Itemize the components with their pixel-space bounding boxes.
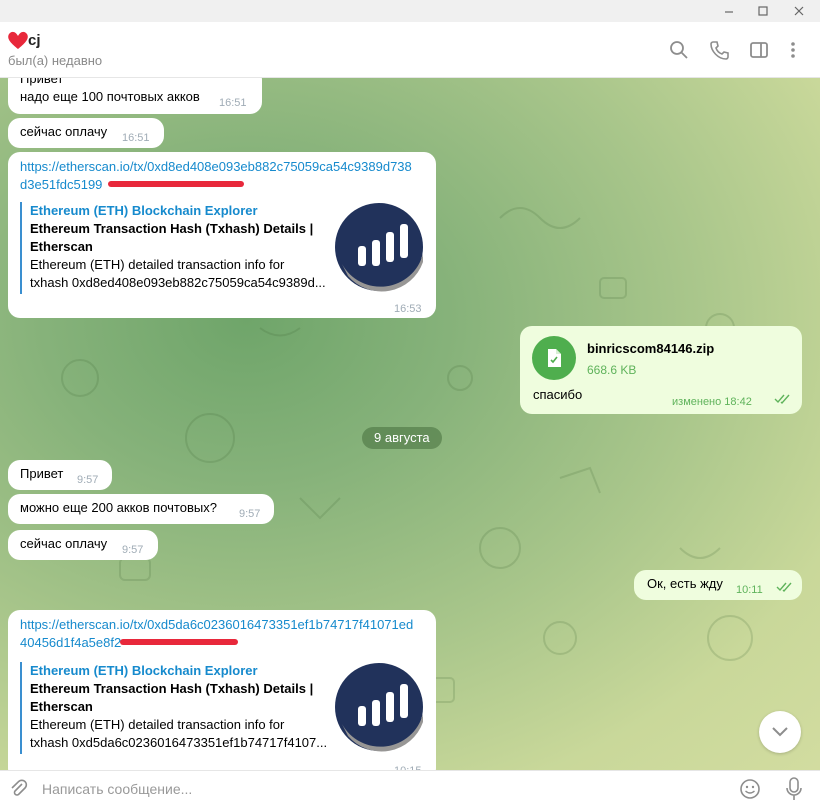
close-icon[interactable] <box>782 0 816 22</box>
preview-title: Ethereum Transaction Hash (Txhash) Detai… <box>30 681 314 696</box>
minimize-icon[interactable] <box>712 0 746 22</box>
sidebar-toggle-icon[interactable] <box>747 38 771 62</box>
message-text: надо еще 100 почтовых акков <box>20 89 200 104</box>
message-text: Привет <box>20 78 64 86</box>
preview-title: Etherscan <box>30 699 93 714</box>
message-link[interactable]: https://etherscan.io/tx/0xd8ed408e093eb8… <box>20 158 412 176</box>
file-icon[interactable] <box>532 336 576 380</box>
message-incoming[interactable]: Привет 9:57 <box>8 460 112 490</box>
file-size: 668.6 KB <box>587 363 637 377</box>
redaction-mark <box>108 181 244 187</box>
phone-icon[interactable] <box>707 38 731 62</box>
preview-site-name: Ethereum (ETH) Blockchain Explorer <box>30 663 258 678</box>
message-outgoing[interactable]: Ок, есть жду 10:11 <box>634 570 802 600</box>
preview-title: Ethereum Transaction Hash (Txhash) Detai… <box>30 221 314 236</box>
emoji-icon[interactable] <box>739 778 761 800</box>
message-link[interactable]: https://etherscan.io/tx/0xd5da6c02360164… <box>20 616 413 634</box>
chat-status: был(а) недавно <box>8 53 103 68</box>
message-text: спасибо <box>533 387 583 402</box>
double-check-icon <box>776 582 792 593</box>
link-preview[interactable]: Ethereum (ETH) Blockchain Explorer Ether… <box>20 662 330 754</box>
message-time: 16:53 <box>394 303 422 315</box>
chat-header: cj был(а) недавно <box>0 22 820 78</box>
preview-description: Ethereum (ETH) detailed transaction info… <box>30 257 285 272</box>
chat-area[interactable]: Привет надо еще 100 почтовых акков 16:51… <box>0 78 820 770</box>
preview-description: Ethereum (ETH) detailed transaction info… <box>30 717 285 732</box>
message-link[interactable]: 40456d1f4a5e8f2 <box>20 634 121 652</box>
message-time: 9:57 <box>77 474 99 486</box>
preview-description: txhash 0xd5da6c0236016473351ef1b74717f41… <box>30 735 328 750</box>
message-text: Ок, есть жду <box>647 576 723 591</box>
message-incoming-link[interactable]: https://etherscan.io/tx/0xd5da6c02360164… <box>8 610 436 770</box>
preview-title: Etherscan <box>30 239 93 254</box>
double-check-icon <box>774 394 790 405</box>
message-incoming[interactable]: Привет надо еще 100 почтовых акков 16:51 <box>8 78 262 114</box>
message-input[interactable] <box>40 777 724 801</box>
chat-title[interactable]: cj <box>28 32 41 49</box>
attach-icon[interactable] <box>8 778 28 798</box>
preview-site-name: Ethereum (ETH) Blockchain Explorer <box>30 203 258 218</box>
redaction-mark <box>8 31 28 49</box>
preview-description: txhash 0xd8ed408e093eb882c75059ca54c9389… <box>30 275 326 290</box>
message-outgoing-file[interactable]: binricscom84146.zip 668.6 KB спасибо изм… <box>520 326 802 414</box>
message-text: можно еще 200 акков почтовых? <box>20 500 217 515</box>
message-link[interactable]: d3e51fdc5199 <box>20 176 102 194</box>
date-divider: 9 августа <box>362 427 442 449</box>
message-composer <box>0 770 820 805</box>
maximize-icon[interactable] <box>746 0 780 22</box>
link-preview[interactable]: Ethereum (ETH) Blockchain Explorer Ether… <box>20 202 330 294</box>
message-incoming[interactable]: сейчас оплачу 9:57 <box>8 530 158 560</box>
chevron-down-icon <box>772 727 788 737</box>
message-incoming[interactable]: сейчас оплачу 16:51 <box>8 118 164 148</box>
message-time: изменено 18:42 <box>672 396 752 408</box>
message-time: 9:57 <box>239 508 261 520</box>
message-time: 10:11 <box>736 584 763 596</box>
redaction-mark <box>120 639 238 645</box>
message-text: Привет <box>20 466 64 481</box>
message-time: 10:15 <box>394 762 422 770</box>
message-time: 16:51 <box>219 97 247 109</box>
etherscan-logo-icon <box>335 203 423 292</box>
message-incoming-link[interactable]: https://etherscan.io/tx/0xd8ed408e093eb8… <box>8 152 436 318</box>
scroll-down-button[interactable] <box>759 711 801 753</box>
message-text: сейчас оплачу <box>20 536 108 551</box>
microphone-icon[interactable] <box>784 776 804 802</box>
message-text: сейчас оплачу <box>20 124 108 139</box>
message-time: 9:57 <box>122 544 144 556</box>
file-name[interactable]: binricscom84146.zip <box>587 340 714 358</box>
more-menu-icon[interactable] <box>781 38 805 62</box>
etherscan-logo-icon <box>335 663 423 752</box>
search-icon[interactable] <box>667 38 691 62</box>
message-incoming[interactable]: можно еще 200 акков почтовых? 9:57 <box>8 494 274 524</box>
message-time: 16:51 <box>122 132 150 144</box>
window-titlebar <box>0 0 820 22</box>
